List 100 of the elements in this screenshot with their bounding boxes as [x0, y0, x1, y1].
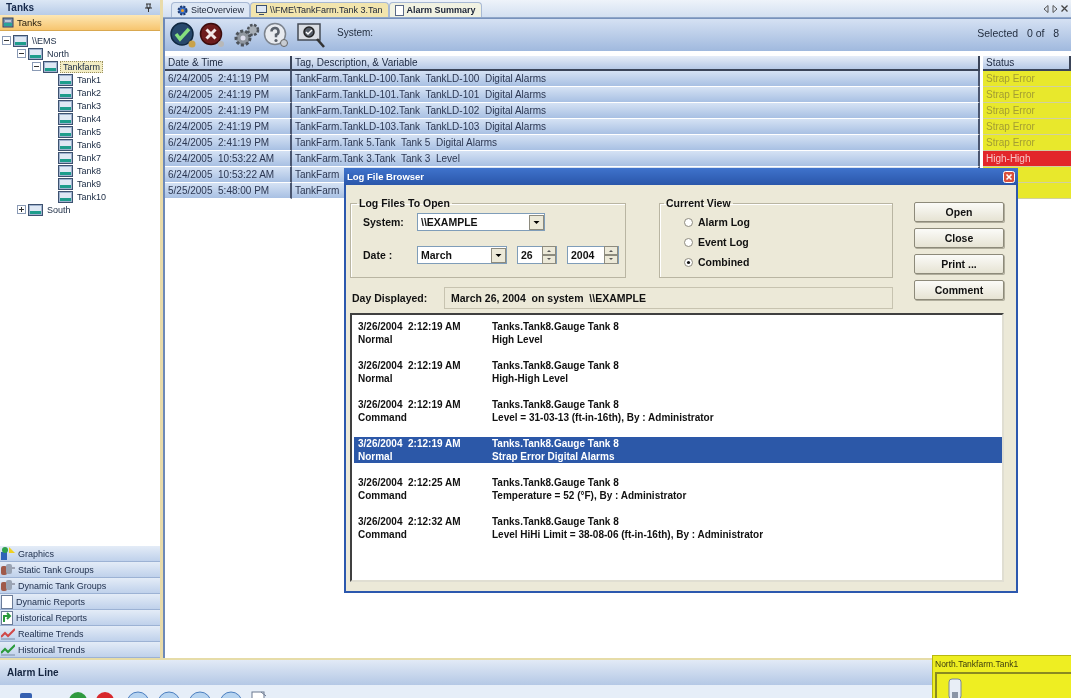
table-cell: TankFarm.Tank 3.Tank Tank 3 Level: [292, 151, 980, 167]
year-spinner[interactable]: 2004: [567, 246, 619, 264]
tree-item[interactable]: South: [45, 203, 73, 216]
log-entry[interactable]: 3/26/2004 2:12:19 AM Tanks.Tank8.Gauge Tank 8 Normal High-High Level: [354, 359, 1002, 385]
status-cell: Strap Error: [983, 87, 1071, 103]
column-header[interactable]: Tag, Description, & Variable: [292, 56, 980, 71]
group-bar[interactable]: Tanks: [0, 15, 160, 31]
tree-item[interactable]: Tank2: [75, 86, 104, 99]
spin-arrows-icon[interactable]: [604, 246, 618, 264]
nav-item[interactable]: Historical Trends: [0, 642, 160, 658]
selection-count: Selected 0 of 8: [977, 27, 1059, 39]
radio-option[interactable]: Combined: [684, 252, 886, 272]
tree-item[interactable]: Tank5: [75, 125, 104, 138]
x-circle-icon[interactable]: [199, 22, 225, 48]
nav-item[interactable]: Dynamic Reports: [0, 594, 160, 610]
log-type: Normal: [358, 373, 394, 384]
dialog-button[interactable]: Print ...: [914, 254, 1004, 274]
column-header[interactable]: Date & Time: [165, 56, 292, 71]
group-title: Current View: [665, 197, 732, 209]
table-cell: 6/24/2005 2:41:19 PM: [165, 71, 292, 87]
round-button-icon[interactable]: [69, 691, 87, 698]
radio-option[interactable]: Alarm Log: [684, 212, 886, 232]
log-type: Command: [358, 529, 408, 540]
tree-item[interactable]: Tank7: [75, 151, 104, 164]
log-tag: Tanks.Tank8.Gauge Tank 8: [492, 399, 1002, 410]
radio-icon[interactable]: [684, 217, 693, 227]
page-icon: [1, 594, 13, 609]
screen-magnifier-icon[interactable]: [297, 21, 327, 49]
round-button-icon[interactable]: [96, 691, 114, 698]
tab[interactable]: \\FME\TankFarm.Tank 3.Tan: [250, 2, 389, 17]
dialog-button[interactable]: Comment: [914, 280, 1004, 300]
tree-item[interactable]: Tank9: [75, 177, 104, 190]
nav-item[interactable]: Static Tank Groups: [0, 562, 160, 578]
field-label: System:: [363, 216, 405, 228]
tree-item[interactable]: Tankfarm: [60, 60, 103, 73]
picture-icon: [58, 138, 73, 151]
trend-icon: [1, 643, 15, 656]
table-cell: 6/24/2005 2:41:19 PM: [165, 103, 292, 119]
tree-item[interactable]: Tank1: [75, 73, 104, 86]
day-spinner[interactable]: 26: [517, 246, 557, 264]
nav-item[interactable]: Historical Reports: [0, 610, 160, 626]
pane-title: Tanks: [6, 2, 35, 13]
radio-option[interactable]: Event Log: [684, 232, 886, 252]
group-title: Log Files To Open: [358, 197, 451, 209]
log-entry[interactable]: 3/26/2004 2:12:19 AM Tanks.Tank8.Gauge Tank 8 Normal High Level: [354, 320, 1002, 346]
page-icon[interactable]: [251, 691, 267, 698]
scroll-right-icon[interactable]: [1052, 4, 1058, 13]
radio-icon[interactable]: [684, 237, 693, 247]
help-icon[interactable]: [263, 22, 289, 48]
month-dropdown[interactable]: March: [417, 246, 507, 264]
picture-icon: [28, 203, 43, 216]
table-cell: TankFarm.Tank 5.Tank Tank 5 Digital Alarms: [292, 135, 980, 151]
nav-item[interactable]: Realtime Trends: [0, 626, 160, 642]
round-button-icon[interactable]: [220, 691, 242, 698]
dialog-title: Log File Browser: [347, 171, 425, 182]
tree-item[interactable]: Tank10: [75, 190, 109, 203]
log-description: High-High Level: [492, 373, 570, 384]
tree-item[interactable]: North: [45, 47, 71, 60]
round-button-icon[interactable]: [189, 691, 211, 698]
radio-icon[interactable]: [684, 257, 693, 267]
table-cell: 6/24/2005 2:41:19 PM: [165, 119, 292, 135]
tree-item[interactable]: Tank6: [75, 138, 104, 151]
tree-item[interactable]: Tank8: [75, 164, 104, 177]
spin-arrows-icon[interactable]: [542, 246, 556, 264]
round-button-icon[interactable]: [158, 691, 180, 698]
tree-item[interactable]: \\EMS: [30, 34, 59, 47]
picture-icon: [2, 17, 14, 28]
table-cell: 6/24/2005 10:53:22 AM: [165, 167, 292, 183]
log-description: Temperature = 52 (°F), By : Administrator: [492, 490, 688, 501]
log-entry[interactable]: 3/26/2004 2:12:19 AM Tanks.Tank8.Gauge Tank 8 Normal Strap Error Digital Alarms: [354, 437, 1002, 463]
collapse-icon[interactable]: [2, 36, 11, 45]
expand-icon[interactable]: [17, 205, 26, 214]
tab[interactable]: SiteOverview: [171, 2, 250, 17]
round-button-icon[interactable]: [127, 691, 149, 698]
system-dropdown[interactable]: \\EXAMPLE: [417, 213, 545, 231]
log-entry[interactable]: 3/26/2004 2:12:25 AM Tanks.Tank8.Gauge Tank 8 Command Temperature = 52 (°F), By : Administrator: [354, 476, 1002, 502]
tab[interactable]: Alarm Summary: [388, 2, 482, 17]
collapse-icon[interactable]: [32, 62, 41, 71]
status-cell: Strap Error: [983, 71, 1071, 87]
scroll-left-icon[interactable]: [1043, 4, 1049, 13]
picture-icon: [58, 177, 73, 190]
nav-item[interactable]: Graphics: [0, 546, 160, 562]
log-entry[interactable]: 3/26/2004 2:12:19 AM Tanks.Tank8.Gauge Tank 8 Command Level = 31-03-13 (ft-in-16th), By : Administrator: [354, 398, 1002, 424]
close-icon[interactable]: [1061, 4, 1068, 12]
collapse-icon[interactable]: [17, 49, 26, 58]
nav-item[interactable]: Dynamic Tank Groups: [0, 578, 160, 594]
picture-icon: [28, 47, 43, 60]
tanks-icon: [1, 563, 15, 576]
log-entry[interactable]: 3/26/2004 2:12:32 AM Tanks.Tank8.Gauge Tank 8 Command Level HiHi Limit = 38-08-06 (ft-in-16th), By : Administrator: [354, 515, 1002, 541]
gears-icon[interactable]: [233, 21, 261, 49]
column-header[interactable]: Status: [983, 56, 1071, 71]
tree-item[interactable]: Tank3: [75, 99, 104, 112]
dialog-button[interactable]: Open: [914, 202, 1004, 222]
tree-item[interactable]: Tank4: [75, 112, 104, 125]
popup-title: North.Tankfarm.Tank1: [935, 659, 1020, 669]
table-cell: 5/25/2005 5:48:00 PM: [165, 183, 292, 199]
dialog-button[interactable]: Close: [914, 228, 1004, 248]
pin-icon[interactable]: [145, 3, 152, 12]
check-circle-icon[interactable]: [169, 21, 197, 49]
square-button-icon[interactable]: [20, 692, 32, 698]
